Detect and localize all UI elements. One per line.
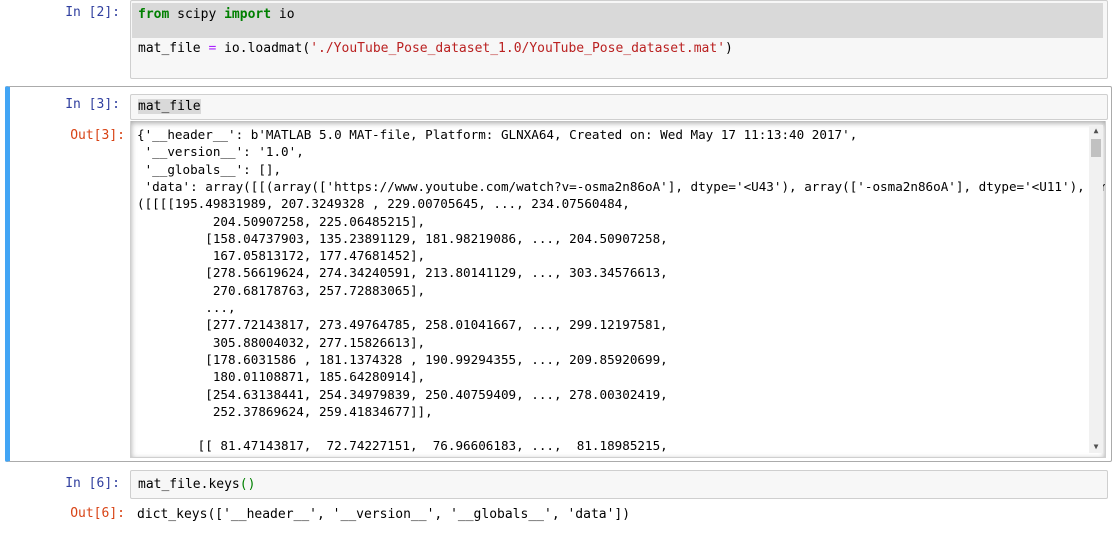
code-cell-input-2[interactable]: from scipy import io mat_file = io.loadm… (130, 0, 1108, 79)
code-line-keys: mat_file.keys() (138, 477, 256, 492)
code-cell-input-6[interactable]: mat_file.keys() (130, 470, 1108, 499)
output-line: 204.50907258, 225.06485215], (137, 213, 426, 229)
cell-prompt-in-6: In [6]: (65, 476, 120, 491)
output-line: 252.37869624, 259.41834677]], (137, 403, 433, 419)
output-line: '__globals__': [], (137, 161, 282, 177)
output-line: '__version__': '1.0', (137, 144, 304, 160)
code-line-mat-file: mat_file (138, 99, 201, 114)
scroll-down-arrow-icon[interactable]: ▼ (1089, 441, 1103, 453)
code-cell-input-3[interactable]: mat_file (130, 94, 1108, 120)
output-line: [278.56619624, 274.34240591, 213.8014112… (137, 265, 668, 281)
output-line: 167.05813172, 177.47681452], (137, 248, 426, 264)
cell-prompt-out-3: Out[3]: (70, 128, 125, 143)
cell-prompt-out-6: Out[6]: (70, 506, 125, 521)
output-line: 180.01108871, 185.64280914], (137, 369, 426, 385)
cell-prompt-in-3: In [3]: (65, 97, 120, 112)
code-line-import: from scipy import io (138, 7, 295, 22)
output-area-3[interactable]: {'__header__': b'MATLAB 5.0 MAT-file, Pl… (130, 121, 1106, 458)
output-line: 77.53023297, 84.56988441] (137, 455, 417, 457)
output-line: [178.6031586 , 181.1374328 , 190.9929435… (137, 351, 668, 367)
output-scrollbar[interactable]: ▲ ▼ (1089, 125, 1103, 453)
scroll-up-arrow-icon[interactable]: ▲ (1089, 125, 1103, 137)
scrollbar-thumb[interactable] (1091, 139, 1101, 157)
code-line-loadmat: mat_file = io.loadmat('./YouTube_Pose_da… (138, 41, 733, 56)
output-text-6: dict_keys(['__header__', '__version__', … (137, 507, 631, 522)
cell-prompt-in-2: In [2]: (65, 5, 120, 20)
output-line: [158.04737903, 135.23891129, 181.9821908… (137, 230, 668, 246)
output-line: [254.63138441, 254.34979839, 250.4075940… (137, 386, 668, 402)
output-line: 'data': array([[(array(['https://www.you… (137, 178, 1106, 194)
output-line: [277.72143817, 273.49764785, 258.0104166… (137, 317, 668, 333)
output-line: [[ 81.47143817, 72.74227151, 76.96606183… (137, 438, 668, 454)
output-line: 305.88004032, 277.15826613], (137, 334, 426, 350)
output-line: 270.68178763, 257.72883065], (137, 282, 426, 298)
output-line: ([[[[195.49831989, 207.3249328 , 229.007… (137, 196, 630, 212)
output-line: ..., (137, 300, 236, 315)
output-line: {'__header__': b'MATLAB 5.0 MAT-file, Pl… (137, 127, 858, 142)
